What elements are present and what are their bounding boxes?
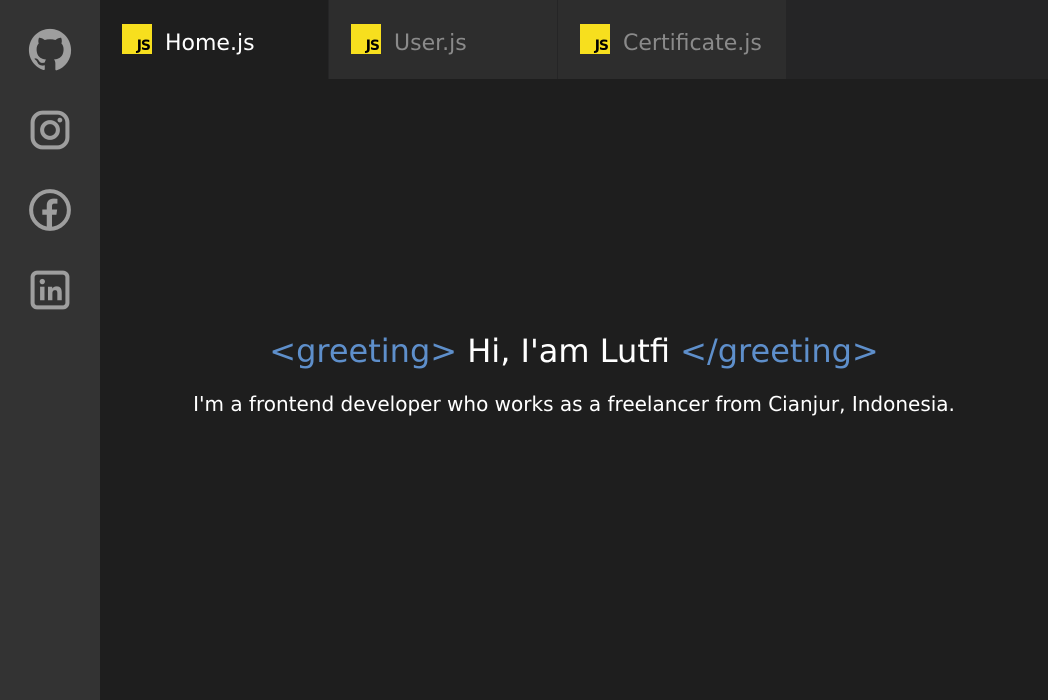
editor-tab-bar: JS Home.js JS User.js JS Certificate.js — [100, 0, 1048, 79]
facebook-icon[interactable] — [28, 188, 72, 232]
tab-label: User.js — [394, 31, 467, 56]
greeting-heading: <greeting> Hi, I'am Lutfi </greeting> — [100, 331, 1048, 371]
greeting-name: Hi, I'am Lutfi — [467, 332, 670, 370]
javascript-file-icon: JS — [351, 24, 381, 54]
social-sidebar — [0, 0, 100, 700]
javascript-file-icon: JS — [580, 24, 610, 54]
greeting-open-tag: <greeting> — [269, 332, 458, 370]
tab-label: Home.js — [165, 31, 255, 56]
app-window: JS Home.js JS User.js JS Certificate.js … — [0, 0, 1048, 700]
tab-user-js[interactable]: JS User.js — [329, 0, 558, 79]
linkedin-icon[interactable] — [28, 268, 72, 312]
github-icon[interactable] — [28, 28, 72, 72]
tab-home-js[interactable]: JS Home.js — [100, 0, 329, 79]
editor-content: <greeting> Hi, I'am Lutfi </greeting> I'… — [100, 79, 1048, 700]
tab-label: Certificate.js — [623, 31, 762, 56]
tab-certificate-js[interactable]: JS Certificate.js — [558, 0, 787, 79]
intro-description: I'm a frontend developer who works as a … — [193, 392, 955, 416]
javascript-file-icon: JS — [122, 24, 152, 54]
instagram-icon[interactable] — [28, 108, 72, 152]
greeting-close-tag: </greeting> — [680, 332, 879, 370]
